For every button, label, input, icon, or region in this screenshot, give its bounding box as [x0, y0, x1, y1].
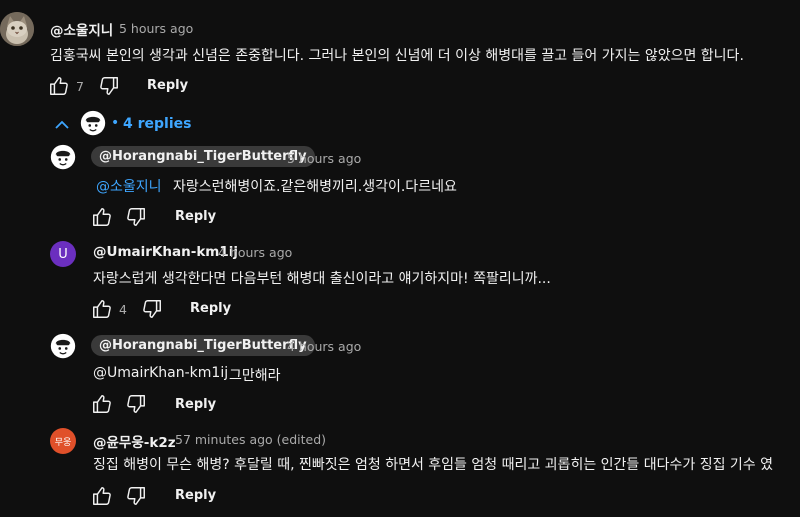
reply-button[interactable]: Reply [175, 209, 216, 224]
comment-time[interactable]: 5 hours ago [119, 21, 193, 36]
avatar-letter: 무웅 [54, 437, 72, 448]
thumb-up-icon[interactable] [91, 206, 113, 228]
thumb-down-icon[interactable] [98, 75, 120, 97]
reply-text: 자랑스런해병이죠.같은해병끼리.생각이.다르네요 [173, 179, 457, 195]
reply-author[interactable]: @Horangnabi_TigerButterfly [91, 335, 315, 356]
thumb-down-icon[interactable] [125, 393, 147, 415]
reply-mention-link[interactable]: @소울지니 [96, 176, 162, 196]
reply-button[interactable]: Reply [190, 301, 231, 316]
reply-button[interactable]: Reply [175, 488, 216, 503]
reply-button[interactable]: Reply [175, 397, 216, 412]
reply-author[interactable]: @Horangnabi_TigerButterfly [91, 146, 315, 167]
reply-time[interactable]: 5 hours ago [287, 151, 361, 166]
comment-author[interactable]: @소울지니 [50, 19, 113, 39]
comment-text: 김홍국씨 본인의 생각과 신념은 존중합니다. 그러나 본인의 신념에 더 이상… [50, 48, 744, 64]
thumb-up-icon[interactable] [91, 393, 113, 415]
replier-avatar-icon [80, 110, 106, 136]
thumb-up-icon[interactable] [91, 485, 113, 507]
thumb-up-icon[interactable] [91, 298, 113, 320]
like-count: 7 [76, 79, 84, 94]
avatar[interactable] [0, 12, 34, 46]
thumb-down-icon[interactable] [141, 298, 163, 320]
reply-mention[interactable]: @UmairKhan-km1ij [93, 365, 228, 381]
reply-time[interactable]: 4 hours ago [218, 245, 292, 260]
avatar[interactable]: 무웅 [50, 428, 76, 454]
reply-author[interactable]: @윤무웅-k2z [93, 431, 176, 451]
reply-time[interactable]: 57 minutes ago (edited) [175, 432, 326, 447]
thumb-down-icon[interactable] [125, 206, 147, 228]
reply-text: 자랑스럽게 생각한다면 다음부턴 해병대 출신이라고 얘기하지마! 쪽팔리니까.… [93, 271, 551, 287]
avatar[interactable]: U [50, 241, 76, 267]
reply-time[interactable]: 4 hours ago [287, 339, 361, 354]
avatar[interactable] [50, 333, 76, 359]
cat-avatar-image [0, 12, 34, 46]
reply-text: 징집 해병이 무슨 해병? 후달릴 때, 찐빠짓은 엄청 하면서 후임들 엄청 … [93, 457, 774, 473]
avatar-letter: U [58, 246, 68, 262]
avatar[interactable] [50, 144, 76, 170]
chevron-up-icon[interactable] [52, 115, 72, 135]
bullet-separator: • [111, 115, 120, 131]
thumb-up-icon[interactable] [48, 75, 70, 97]
reply-author[interactable]: @UmairKhan-km1ij [93, 244, 238, 260]
reply-text: 그만해라 [229, 368, 281, 384]
like-count: 4 [119, 302, 127, 317]
reply-button[interactable]: Reply [147, 78, 188, 93]
thumb-down-icon[interactable] [125, 485, 147, 507]
replies-toggle[interactable]: 4 replies [123, 116, 191, 132]
